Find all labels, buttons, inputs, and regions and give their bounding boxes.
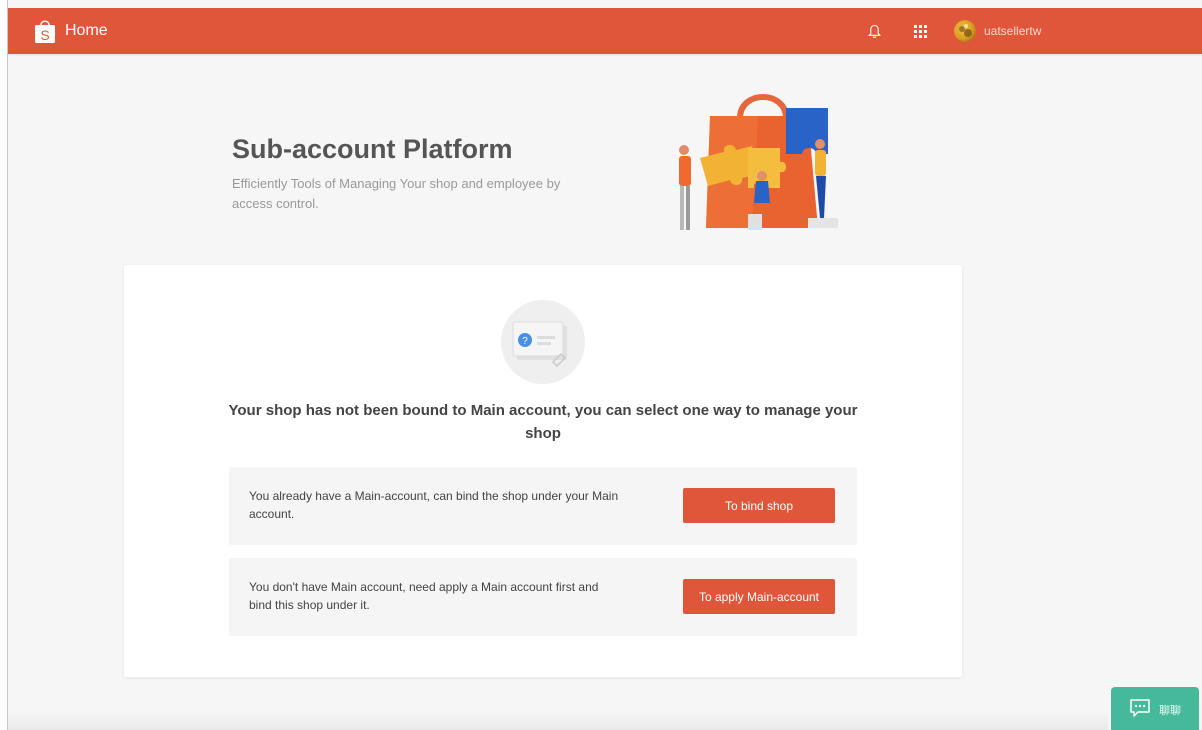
option-apply-main-account: You don't have Main account, need apply … xyxy=(229,558,857,636)
home-link[interactable]: S Home xyxy=(34,18,108,44)
page-subtitle: Efficiently Tools of Managing Your shop … xyxy=(232,176,561,211)
option-description: You don't have Main account, need apply … xyxy=(249,580,599,612)
card-heading: Your shop has not been bound to Main acc… xyxy=(228,402,858,442)
window-left-border xyxy=(0,0,8,730)
app-window: S Home uatsellertw Sub-account Platform … xyxy=(0,0,1202,730)
username[interactable]: uatsellertw xyxy=(984,24,1041,38)
svg-text:S: S xyxy=(40,27,49,43)
to-apply-main-account-button[interactable]: To apply Main-account xyxy=(683,579,835,614)
page-title: Sub-account Platform xyxy=(232,134,513,164)
option-bind-shop: You already have a Main-account, can bin… xyxy=(229,467,857,545)
apps-grid-icon[interactable] xyxy=(912,23,928,39)
top-nav-bar: S Home uatsellertw xyxy=(8,8,1202,54)
puzzle-illustration xyxy=(668,88,848,236)
option-description: You already have a Main-account, can bin… xyxy=(249,489,619,521)
chat-button[interactable]: 聊聊 xyxy=(1111,687,1199,730)
home-title: Home xyxy=(65,22,108,39)
avatar[interactable] xyxy=(954,20,976,42)
to-bind-shop-button[interactable]: To bind shop xyxy=(683,488,835,523)
main-card: ? Your shop has not been bound to Main a… xyxy=(124,265,962,677)
bell-icon[interactable] xyxy=(866,23,882,39)
nav-right-group: uatsellertw xyxy=(866,8,1041,54)
svg-text:?: ? xyxy=(522,336,528,347)
chat-label: 聊聊 xyxy=(1159,705,1181,717)
empty-state-icon: ? xyxy=(501,300,585,384)
bottom-shadow xyxy=(8,712,1108,730)
chat-icon xyxy=(1129,698,1151,723)
shopee-logo-icon: S xyxy=(34,18,56,44)
